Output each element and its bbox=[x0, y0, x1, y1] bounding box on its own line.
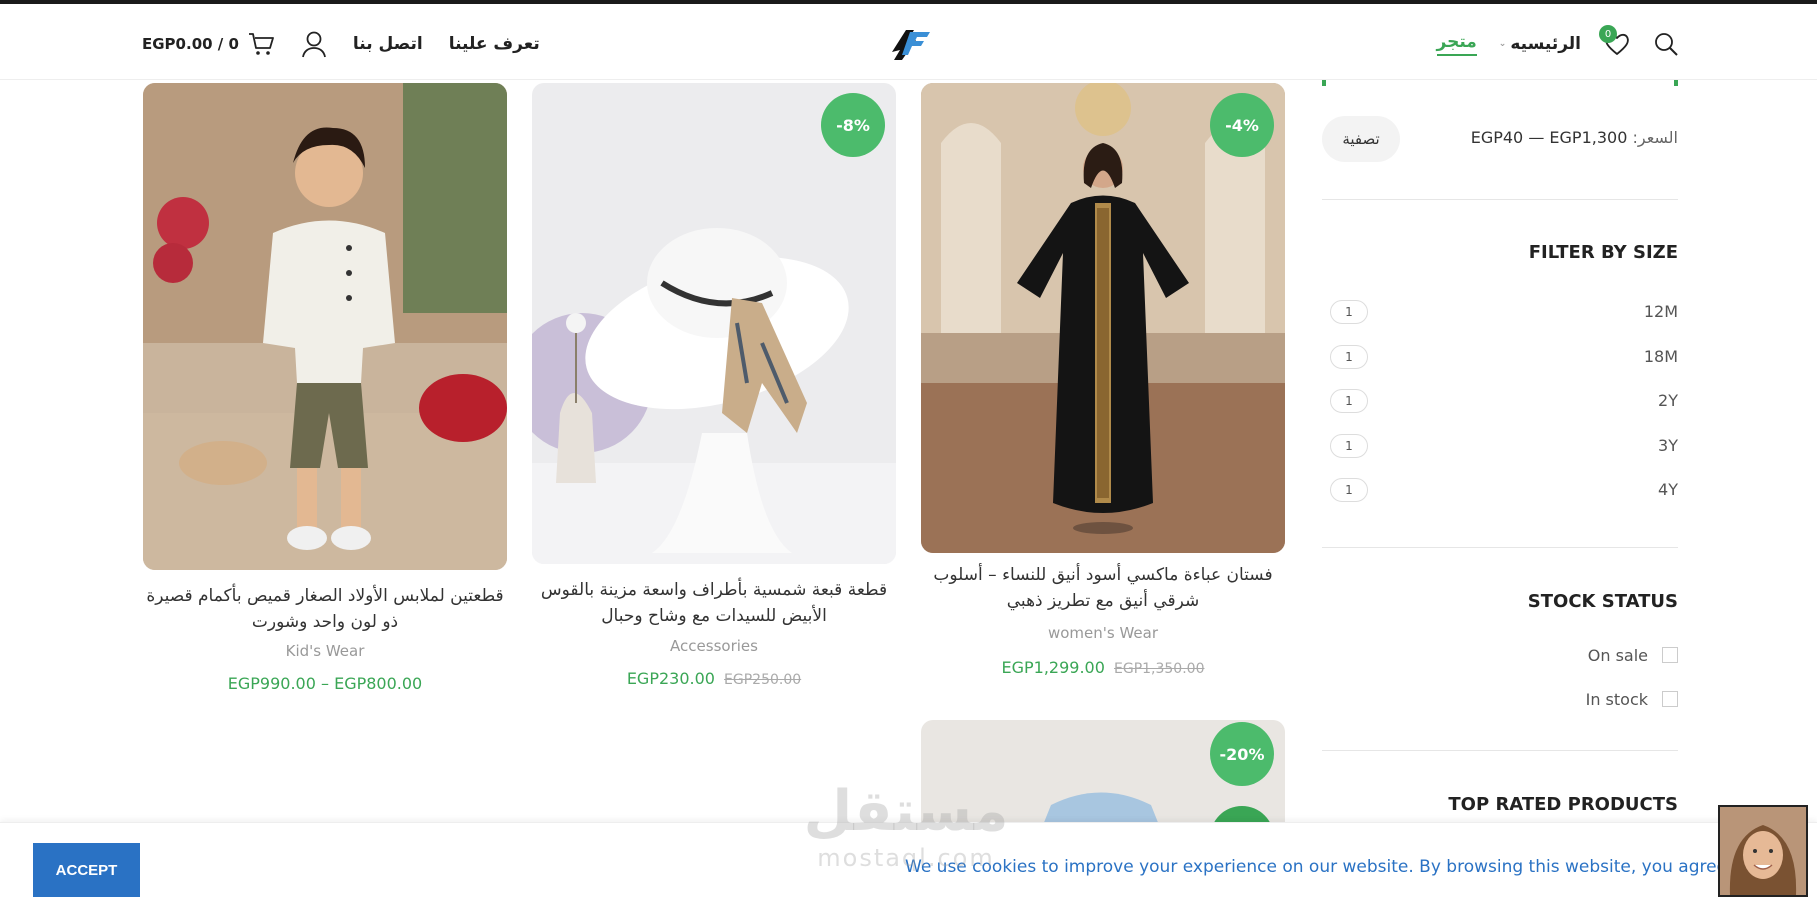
product-card[interactable]: -8% قطعة قبعة شمسية بأطراف واسعة مزينة ب… bbox=[532, 83, 896, 693]
divider bbox=[1322, 750, 1678, 751]
size-label[interactable]: 18M bbox=[1644, 347, 1678, 366]
accent-marker bbox=[1674, 80, 1678, 86]
product-image[interactable] bbox=[143, 83, 507, 570]
divider bbox=[1322, 547, 1678, 548]
size-count: 1 bbox=[1330, 300, 1368, 324]
product-card[interactable]: -4% فستان عباءة ماكسي أسود أنيق للنساء –… bbox=[921, 83, 1285, 683]
product-title[interactable]: فستان عباءة ماكسي أسود أنيق للنساء – أسل… bbox=[921, 562, 1285, 614]
old-price: EGP250.00 bbox=[724, 672, 802, 688]
size-label[interactable]: 4Y bbox=[1658, 480, 1678, 499]
product-price: EGP990.00 – EGP800.00 bbox=[143, 674, 507, 693]
size-option[interactable]: 1 2Y bbox=[1330, 387, 1678, 415]
search-icon[interactable] bbox=[1653, 31, 1679, 57]
size-count: 1 bbox=[1330, 389, 1368, 413]
nav-home-label: الرئيسيه bbox=[1510, 34, 1581, 54]
product-price: EGP230.00 EGP250.00 bbox=[532, 669, 896, 688]
size-count: 1 bbox=[1330, 434, 1368, 458]
support-avatar[interactable] bbox=[1718, 805, 1808, 897]
stock-option-label: On sale bbox=[1587, 645, 1648, 665]
account-icon[interactable] bbox=[301, 30, 327, 58]
size-count: 1 bbox=[1330, 345, 1368, 369]
price-filter: تصفية السعر: EGP40 — EGP1,300 bbox=[1322, 116, 1678, 164]
product-category[interactable]: women's Wear bbox=[921, 624, 1285, 642]
stock-option-in-stock[interactable]: In stock bbox=[1586, 687, 1678, 711]
cookie-banner: ACCEPT We use cookies to improve your ex… bbox=[0, 822, 1817, 903]
current-price: EGP990.00 – EGP800.00 bbox=[227, 674, 423, 693]
price-label: السعر: bbox=[1632, 128, 1678, 147]
wishlist-count-badge: 0 bbox=[1599, 25, 1617, 43]
product-title[interactable]: قطعة قبعة شمسية بأطراف واسعة مزينة بالقو… bbox=[532, 577, 896, 629]
size-option[interactable]: 1 18M bbox=[1330, 343, 1678, 371]
cart-button[interactable]: EGP0.00 / 0 bbox=[142, 31, 275, 57]
product-card[interactable]: -20% bbox=[921, 720, 1285, 846]
site-logo[interactable] bbox=[886, 22, 934, 66]
nav-shop-link[interactable]: متجر bbox=[1436, 32, 1477, 56]
product-category[interactable]: Kid's Wear bbox=[143, 642, 507, 660]
header-right-group: متجر ⌄ الرئيسيه 0 bbox=[1436, 25, 1680, 62]
cart-icon bbox=[247, 31, 275, 57]
product-category[interactable]: Accessories bbox=[532, 637, 896, 655]
nav-home-link[interactable]: ⌄ الرئيسيه bbox=[1499, 34, 1581, 54]
on-sale-checkbox[interactable] bbox=[1662, 647, 1678, 663]
size-filter-heading: FILTER BY SIZE bbox=[1528, 242, 1678, 263]
size-option[interactable]: 1 4Y bbox=[1330, 476, 1678, 504]
stock-status-heading: STOCK STATUS bbox=[1527, 591, 1678, 612]
price-filter-button[interactable]: تصفية bbox=[1322, 116, 1400, 162]
current-price: EGP1,299.00 bbox=[1001, 658, 1105, 677]
nav-contact-link[interactable]: اتصل بنا bbox=[353, 34, 423, 54]
size-option[interactable]: 1 3Y bbox=[1330, 432, 1678, 460]
size-count: 1 bbox=[1330, 478, 1368, 502]
size-label[interactable]: 2Y bbox=[1658, 391, 1678, 410]
cart-total: EGP0.00 / 0 bbox=[142, 35, 239, 53]
price-range-text: السعر: EGP40 — EGP1,300 bbox=[1471, 128, 1678, 147]
nav-about-link[interactable]: تعرف علينا bbox=[449, 34, 540, 54]
stock-option-label: In stock bbox=[1585, 689, 1648, 709]
old-price: EGP1,350.00 bbox=[1114, 661, 1205, 677]
chevron-down-icon: ⌄ bbox=[1498, 39, 1507, 49]
accent-marker bbox=[1322, 80, 1326, 86]
header-left-group: EGP0.00 / 0 اتصل بنا تعرف علينا bbox=[142, 26, 540, 62]
size-option[interactable]: 1 12M bbox=[1330, 298, 1678, 326]
cookie-message: We use cookies to improve your experienc… bbox=[905, 857, 1725, 877]
in-stock-checkbox[interactable] bbox=[1662, 691, 1678, 707]
divider bbox=[1322, 199, 1678, 200]
shop-sidebar: تصفية السعر: EGP40 — EGP1,300 FILTER BY … bbox=[1322, 80, 1678, 820]
size-label[interactable]: 3Y bbox=[1658, 436, 1678, 455]
stock-option-on-sale[interactable]: On sale bbox=[1588, 643, 1678, 667]
size-label[interactable]: 12M bbox=[1644, 302, 1678, 321]
site-header: EGP0.00 / 0 اتصل بنا تعرف علينا متجر ⌄ ا… bbox=[0, 4, 1817, 80]
price-range-value: EGP40 — EGP1,300 bbox=[1470, 128, 1628, 147]
discount-badge: -20% bbox=[1210, 722, 1274, 786]
current-price: EGP230.00 bbox=[626, 669, 715, 688]
wishlist-button[interactable]: 0 bbox=[1599, 25, 1631, 57]
discount-badge: -4% bbox=[1210, 93, 1274, 157]
product-card[interactable]: قطعتين لملابس الأولاد الصغار قميص بأكمام… bbox=[143, 83, 507, 703]
product-price: EGP1,299.00 EGP1,350.00 bbox=[921, 658, 1285, 677]
accept-cookies-button[interactable]: ACCEPT bbox=[33, 843, 140, 897]
top-rated-heading: TOP RATED PRODUCTS bbox=[1448, 794, 1678, 815]
discount-badge: -8% bbox=[821, 93, 885, 157]
product-title[interactable]: قطعتين لملابس الأولاد الصغار قميص بأكمام… bbox=[143, 583, 507, 635]
